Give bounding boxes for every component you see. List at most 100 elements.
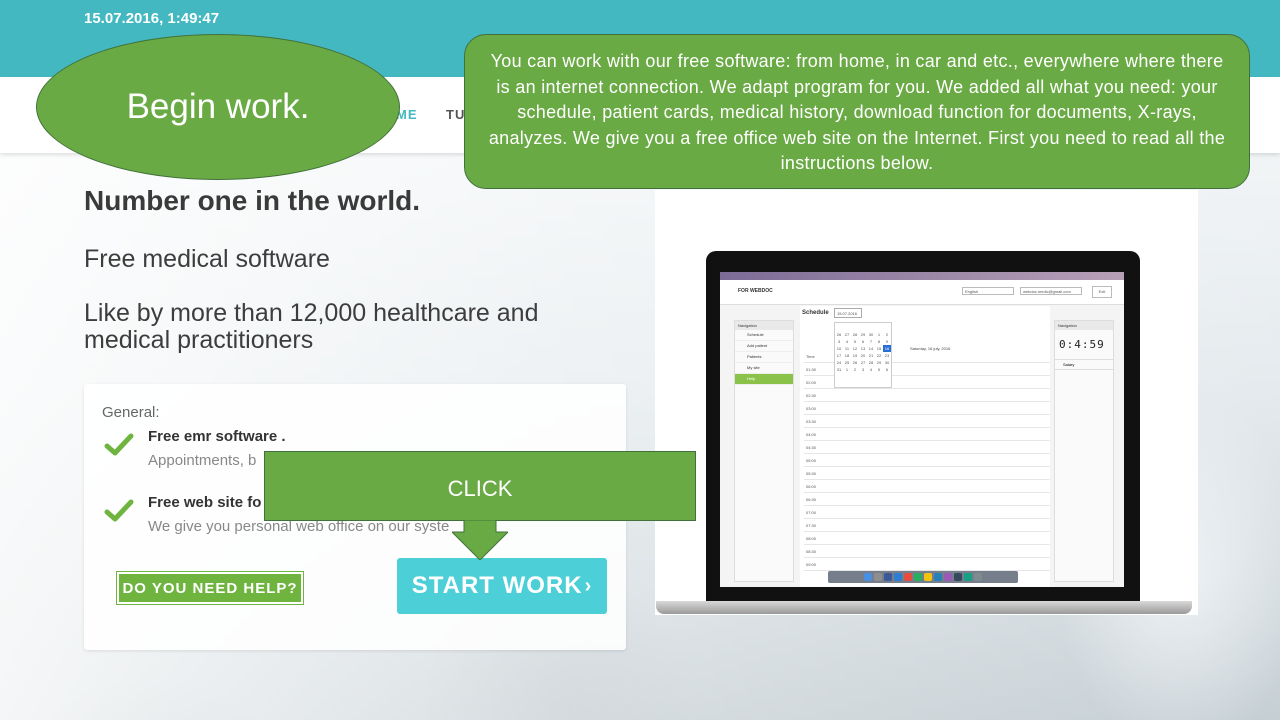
calendar-day[interactable]: 27 bbox=[843, 331, 851, 338]
right-panel-header: Navigation bbox=[1055, 321, 1113, 330]
click-callout: CLICK bbox=[264, 451, 696, 521]
calendar-day[interactable]: 3 bbox=[859, 366, 867, 373]
time-slot-label: 06:00 bbox=[806, 484, 817, 489]
calendar-day[interactable]: 22 bbox=[875, 352, 883, 359]
calendar-day[interactable]: 14 bbox=[867, 345, 875, 352]
language-select[interactable]: English bbox=[962, 287, 1014, 295]
right-panel: Navigation 0:4:59 Salary bbox=[1054, 320, 1114, 582]
dock-icon[interactable] bbox=[924, 573, 932, 581]
date-input[interactable]: 15.07.2016 bbox=[834, 308, 862, 318]
calendar-day[interactable]: 21 bbox=[867, 352, 875, 359]
dock-icon[interactable] bbox=[884, 573, 892, 581]
salary-item[interactable]: Salary bbox=[1055, 359, 1113, 370]
check-icon bbox=[104, 433, 134, 456]
calendar-day[interactable]: 2 bbox=[883, 331, 891, 338]
start-work-button[interactable]: START WORK › bbox=[397, 558, 607, 614]
sidebar-item-help[interactable]: Help bbox=[735, 374, 793, 385]
calendar-day[interactable]: 26 bbox=[835, 331, 843, 338]
calendar-day[interactable]: 26 bbox=[851, 359, 859, 366]
time-slot-label: 03:30 bbox=[806, 419, 817, 424]
calendar-day[interactable]: 30 bbox=[883, 359, 891, 366]
time-slot-label: 08:00 bbox=[806, 536, 817, 541]
calendar-day[interactable]: 6 bbox=[883, 366, 891, 373]
laptop-base bbox=[656, 601, 1192, 614]
calendar-day[interactable]: 30 bbox=[867, 331, 875, 338]
time-slot-label: 03:00 bbox=[806, 406, 817, 411]
dock-icon[interactable] bbox=[914, 573, 922, 581]
time-slot-label: 04:30 bbox=[806, 445, 817, 450]
calendar-day[interactable]: 1 bbox=[875, 331, 883, 338]
sidebar-header: Navigation bbox=[735, 321, 793, 330]
calendar-day[interactable]: 28 bbox=[851, 331, 859, 338]
info-callout: You can work with our free software: fro… bbox=[464, 34, 1250, 189]
calendar-day[interactable]: 3 bbox=[835, 338, 843, 345]
calendar-day[interactable]: 25 bbox=[843, 359, 851, 366]
nav-tutorial-link[interactable]: TU bbox=[446, 107, 465, 122]
calendar-day[interactable]: 24 bbox=[835, 359, 843, 366]
time-slot-label: 07:30 bbox=[806, 523, 817, 528]
dock-icon[interactable] bbox=[904, 573, 912, 581]
dock-icon[interactable] bbox=[974, 573, 982, 581]
calendar-day[interactable]: 5 bbox=[875, 366, 883, 373]
time-slot-label: 01:30 bbox=[806, 367, 817, 372]
general-label: General: bbox=[102, 404, 160, 421]
exit-button[interactable]: Exit bbox=[1092, 286, 1112, 298]
calendar-day[interactable]: 7 bbox=[867, 338, 875, 345]
calendar-day[interactable]: 10 bbox=[835, 345, 843, 352]
sidebar-item-add-patient[interactable]: Add patient bbox=[735, 341, 793, 352]
calendar-day[interactable]: 27 bbox=[859, 359, 867, 366]
mac-dock bbox=[828, 571, 1018, 583]
calendar-day[interactable]: 28 bbox=[867, 359, 875, 366]
laptop-screen: FOR WEBDOC English webdoc.medic@gmail.co… bbox=[720, 272, 1124, 587]
dock-icon[interactable] bbox=[944, 573, 952, 581]
calendar-day[interactable]: 18 bbox=[843, 352, 851, 359]
calendar-day[interactable]: 5 bbox=[851, 338, 859, 345]
time-slot-label: 02:00 bbox=[806, 380, 817, 385]
calendar-day[interactable]: 31 bbox=[835, 366, 843, 373]
calendar-day[interactable]: 6 bbox=[859, 338, 867, 345]
dock-icon[interactable] bbox=[894, 573, 902, 581]
calendar-day[interactable]: 8 bbox=[875, 338, 883, 345]
calendar-day[interactable]: 29 bbox=[859, 331, 867, 338]
feature-title: Free web site fo bbox=[148, 494, 262, 511]
dock-icon[interactable] bbox=[874, 573, 882, 581]
hero-title: Number one in the world. bbox=[84, 185, 421, 216]
calendar-day[interactable]: 9 bbox=[883, 338, 891, 345]
calendar-day[interactable]: 20 bbox=[859, 352, 867, 359]
calendar-day[interactable]: 13 bbox=[859, 345, 867, 352]
calendar-day[interactable]: 4 bbox=[843, 338, 851, 345]
mini-calendar[interactable]: 26 27 28 29 30 1 2 3 4 5 6 7 8 9 10 11 12 13 14 15 16 17 18 19 2… bbox=[834, 322, 892, 388]
calendar-day[interactable]: 23 bbox=[883, 352, 891, 359]
check-icon bbox=[104, 499, 134, 522]
calendar-day[interactable]: 29 bbox=[875, 359, 883, 366]
schedule-panel: Schedule 15.07.2016 Time 01:30 02:00 02:30 0… bbox=[800, 306, 1050, 587]
app-brand: FOR WEBDOC bbox=[738, 288, 773, 294]
feature-desc: Appointments, b bbox=[148, 452, 257, 469]
begin-work-bubble: Begin work. bbox=[36, 34, 400, 180]
time-slot-label: Time bbox=[806, 354, 815, 359]
need-help-button[interactable]: DO YOU NEED HELP? bbox=[117, 572, 303, 604]
time-slot-label: 08:30 bbox=[806, 549, 817, 554]
calendar-day[interactable]: 1 bbox=[843, 366, 851, 373]
sidebar-item-my-site[interactable]: My site bbox=[735, 363, 793, 374]
calendar-day[interactable]: 4 bbox=[867, 366, 875, 373]
dock-icon[interactable] bbox=[964, 573, 972, 581]
feature-title: Free emr software . bbox=[148, 428, 286, 445]
calendar-day[interactable]: 16 bbox=[883, 345, 891, 352]
dock-icon[interactable] bbox=[954, 573, 962, 581]
chevron-right-icon: › bbox=[584, 574, 593, 597]
mac-menubar bbox=[720, 272, 1124, 280]
calendar-day[interactable]: 17 bbox=[835, 352, 843, 359]
calendar-day[interactable]: 2 bbox=[851, 366, 859, 373]
calendar-day[interactable]: 11 bbox=[843, 345, 851, 352]
sidebar-item-patients[interactable]: Patients bbox=[735, 352, 793, 363]
app-header: FOR WEBDOC English webdoc.medic@gmail.co… bbox=[720, 280, 1124, 305]
sidebar-item-schedule[interactable]: Schedule bbox=[735, 330, 793, 341]
calendar-day[interactable]: 19 bbox=[851, 352, 859, 359]
account-select[interactable]: webdoc.medic@gmail.com bbox=[1020, 287, 1082, 295]
time-slot-label: 04:00 bbox=[806, 432, 817, 437]
calendar-day[interactable]: 12 bbox=[851, 345, 859, 352]
dock-icon[interactable] bbox=[864, 573, 872, 581]
calendar-day[interactable]: 15 bbox=[875, 345, 883, 352]
dock-icon[interactable] bbox=[934, 573, 942, 581]
